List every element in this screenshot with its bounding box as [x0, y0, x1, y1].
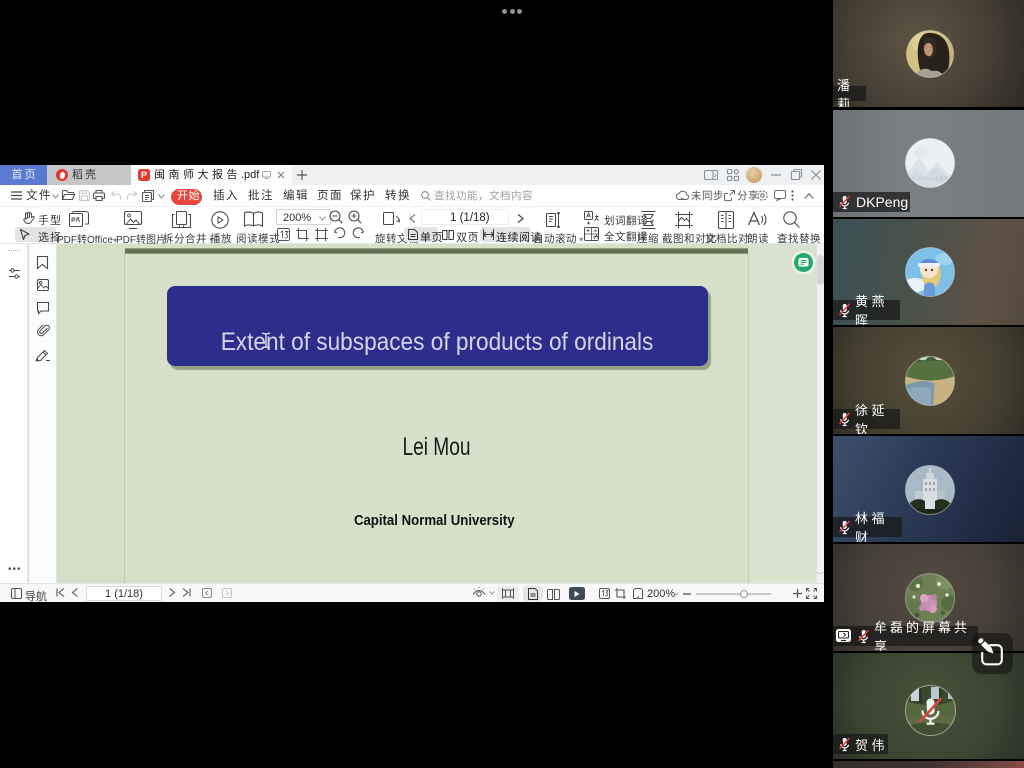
svg-text:ベスト九十九里浜: ベスト九十九里浜	[912, 175, 949, 182]
